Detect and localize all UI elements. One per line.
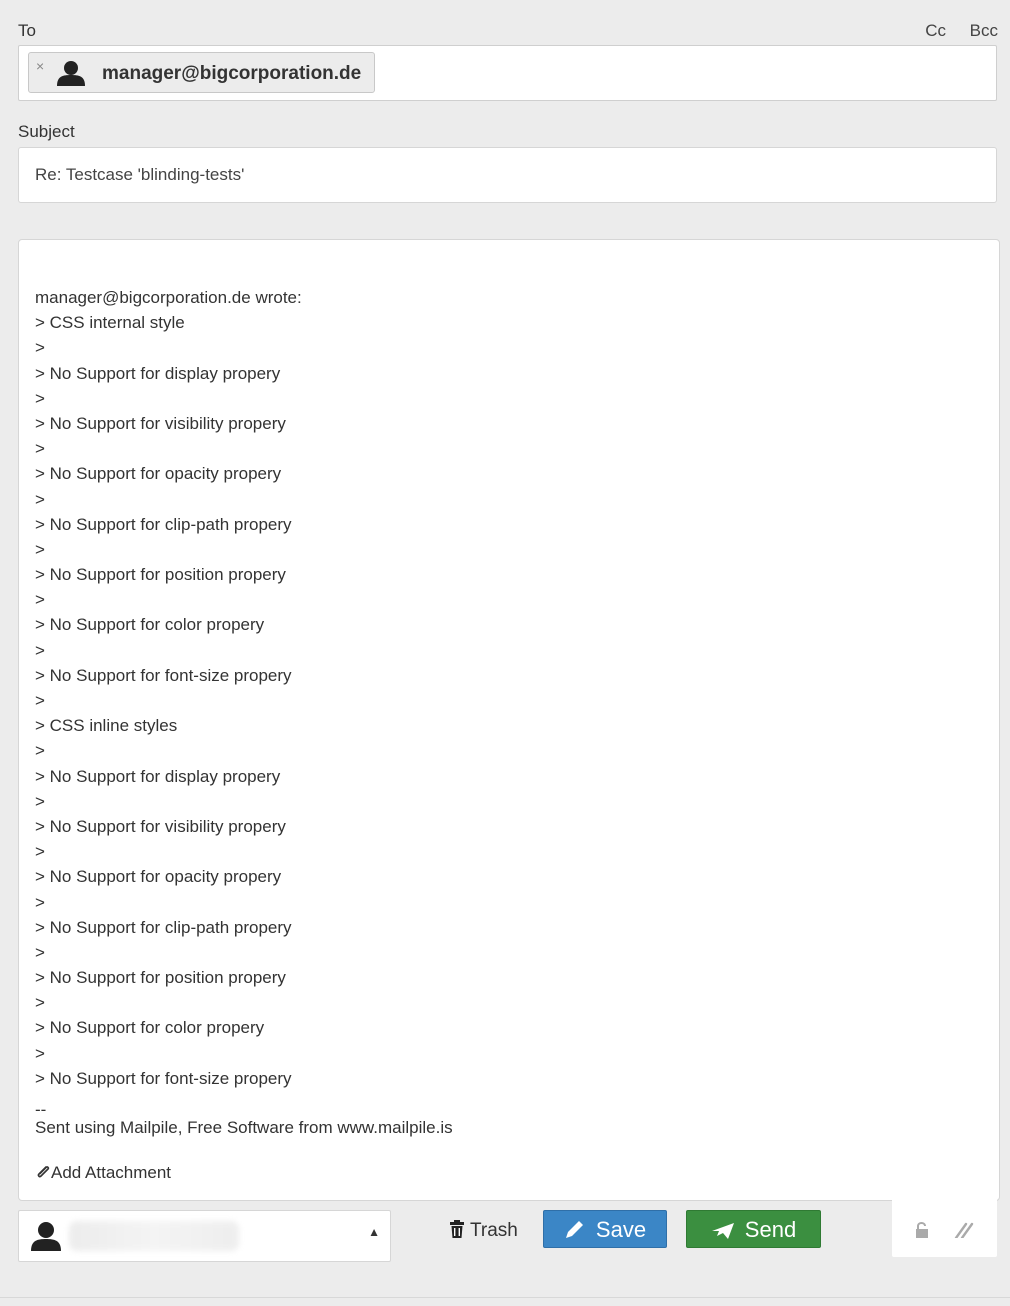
body-line: > — [35, 1043, 45, 1063]
body-line: > CSS internal style — [35, 313, 185, 333]
body-line: > — [35, 388, 45, 408]
to-field[interactable]: × manager@bigcorporation.de — [18, 45, 997, 101]
body-line: manager@bigcorporation.de wrote: — [35, 288, 302, 307]
body-line: > — [35, 741, 45, 761]
redacted-sender — [69, 1221, 239, 1251]
body-line: > — [35, 993, 45, 1013]
save-button[interactable]: Save — [543, 1210, 667, 1248]
body-line: > — [35, 842, 45, 862]
body-line: > No Support for clip-path propery — [35, 514, 292, 534]
cc-link[interactable]: Cc — [925, 21, 946, 41]
trash-label: Trash — [470, 1220, 518, 1241]
signature-text: Sent using Mailpile, Free Software from … — [35, 1118, 453, 1137]
paper-plane-icon — [711, 1223, 734, 1239]
recipient-chip: × manager@bigcorporation.de — [28, 52, 375, 93]
divider — [0, 1297, 1010, 1298]
body-line: > — [35, 691, 45, 710]
body-line: > — [35, 439, 45, 459]
send-button[interactable]: Send — [686, 1210, 821, 1248]
body-line: > — [35, 640, 45, 660]
body-line: > No Support for display propery — [35, 363, 281, 383]
subject-value: Re: Testcase 'blinding-tests' — [35, 165, 245, 184]
body-line: > No Support for position propery — [35, 968, 286, 988]
body-line: > — [35, 942, 45, 962]
save-label: Save — [595, 1217, 647, 1242]
caret-up-icon: ▲ — [368, 1225, 380, 1239]
send-label: Send — [744, 1217, 797, 1242]
unlock-icon[interactable] — [915, 1221, 929, 1239]
signature-separator: -- — [35, 1100, 47, 1119]
resize-icon[interactable] — [954, 1222, 974, 1238]
body-line: > — [35, 791, 45, 811]
body-line: > No Support for color propery — [35, 615, 265, 635]
trash-button[interactable]: Trash — [450, 1220, 518, 1242]
person-icon — [57, 61, 85, 86]
add-attachment-button[interactable]: Add Attachment — [35, 1163, 171, 1183]
body-line: > No Support for opacity propery — [35, 464, 282, 484]
body-line: > No Support for visibility propery — [35, 413, 286, 433]
signature: -- Sent using Mailpile, Free Software fr… — [35, 1100, 453, 1138]
body-line: > — [35, 338, 45, 358]
remove-recipient-button[interactable]: × — [36, 58, 44, 74]
pencil-icon — [565, 1221, 583, 1238]
body-line: > CSS inline styles — [35, 716, 178, 736]
trash-icon — [450, 1220, 464, 1238]
body-line: > — [35, 489, 45, 509]
bcc-link[interactable]: Bcc — [970, 21, 998, 41]
body-line: > — [35, 892, 45, 912]
from-identity-select[interactable]: ▲ — [18, 1210, 391, 1262]
quoted-message: manager@bigcorporation.de wrote: > CSS i… — [35, 285, 302, 1091]
editor-tools — [892, 1196, 997, 1257]
body-line: > No Support for visibility propery — [35, 816, 286, 836]
add-attachment-label: Add Attachment — [51, 1163, 172, 1182]
person-icon — [31, 1222, 61, 1251]
body-line: > No Support for opacity propery — [35, 867, 282, 887]
subject-input[interactable]: Re: Testcase 'blinding-tests' — [18, 147, 997, 203]
body-line: > No Support for display propery — [35, 766, 281, 786]
body-line: > No Support for color propery — [35, 1018, 265, 1038]
body-line: > — [35, 590, 45, 610]
body-line: > No Support for font-size propery — [35, 1068, 292, 1088]
body-line: > No Support for font-size propery — [35, 665, 292, 685]
body-line: > No Support for position propery — [35, 565, 286, 585]
to-label: To — [18, 21, 36, 40]
paperclip-icon — [37, 1166, 50, 1178]
message-body-editor[interactable]: manager@bigcorporation.de wrote: > CSS i… — [18, 239, 1000, 1201]
body-line: > No Support for clip-path propery — [35, 917, 292, 937]
recipient-email: manager@bigcorporation.de — [102, 63, 362, 84]
subject-label: Subject — [18, 122, 75, 141]
body-line: > — [35, 539, 45, 559]
